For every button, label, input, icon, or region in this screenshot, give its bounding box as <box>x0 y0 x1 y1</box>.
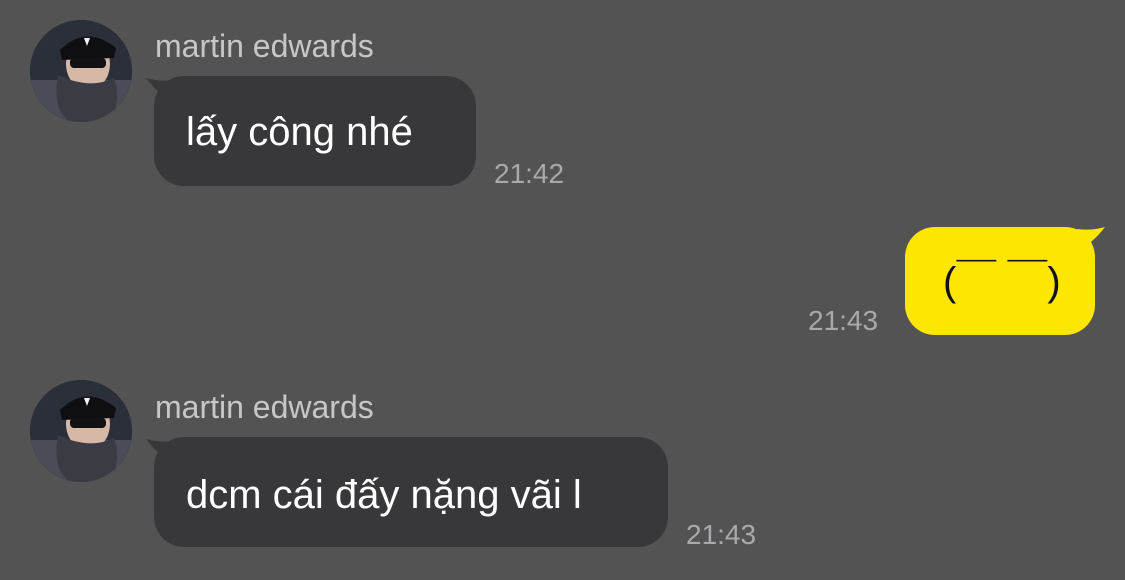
message-text: dcm cái đấy nặng vãi l <box>186 473 582 517</box>
message-bubble[interactable]: dcm cái đấy nặng vãi l <box>146 437 668 547</box>
sender-name: martin edwards <box>155 389 374 425</box>
avatar[interactable] <box>30 380 132 482</box>
message-timestamp: 21:43 <box>686 519 757 550</box>
user-avatar-photo-icon <box>30 380 132 482</box>
message-incoming-2: martin edwards dcm cái đấy nặng vãi l 21… <box>0 0 1125 580</box>
bubble-tail-icon <box>146 439 174 463</box>
chat-message-list: martin edwards lấy công nhé 21:42 21:43 … <box>0 0 1125 580</box>
